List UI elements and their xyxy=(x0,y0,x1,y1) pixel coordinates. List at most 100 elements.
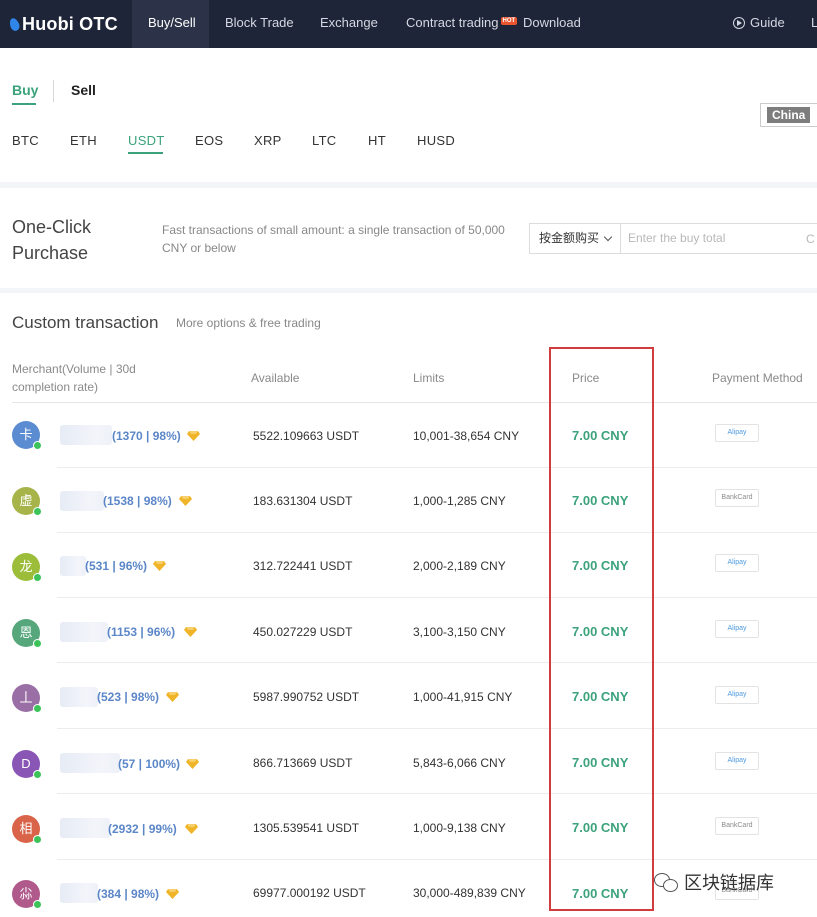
limits-range: 5,843-6,066 CNY xyxy=(413,756,506,770)
coin-tab-ltc[interactable]: LTC xyxy=(312,133,337,148)
avatar[interactable]: 丄 xyxy=(12,684,42,713)
nav-buy-sell[interactable]: Buy/Sell xyxy=(132,0,209,48)
vip-diamond-icon xyxy=(187,431,200,441)
nav-exchange[interactable]: Exchange xyxy=(320,0,378,48)
avatar[interactable]: 卡 xyxy=(12,421,42,450)
vip-diamond-icon xyxy=(153,561,166,571)
avatar[interactable]: 尛 xyxy=(12,880,42,909)
tab-buy[interactable]: Buy xyxy=(12,82,38,98)
price-column-highlight xyxy=(549,347,654,911)
avatar-initial: 丄 xyxy=(19,690,33,705)
purchase-mode-select[interactable]: 按金额购买 xyxy=(529,223,621,254)
table-row[interactable]: 虚 (1538 | 98%) 183.631304 USDT 1,000-1,2… xyxy=(0,468,817,533)
avatar-initial: 卡 xyxy=(19,427,33,442)
brand-name: Huobi OTC xyxy=(22,13,118,34)
table-row[interactable]: D (57 | 100%) 866.713669 USDT 5,843-6,06… xyxy=(0,729,817,794)
avatar[interactable]: D xyxy=(12,750,42,779)
coin-tab-usdt[interactable]: USDT xyxy=(128,133,165,148)
table-row[interactable]: 龙 (531 | 96%) 312.722441 USDT 2,000-2,18… xyxy=(0,533,817,598)
nav-download[interactable]: Download xyxy=(523,0,581,48)
huobi-drop-icon xyxy=(8,16,21,32)
table-row[interactable]: 相 (2932 | 99%) 1305.539541 USDT 1,000-9,… xyxy=(0,795,817,860)
play-circle-icon xyxy=(733,17,745,29)
chevron-down-icon xyxy=(603,232,613,242)
table-row[interactable]: 卡 (1370 | 98%) 5522.109663 USDT 10,001-3… xyxy=(0,403,817,468)
coin-tab-husd[interactable]: HUSD xyxy=(417,133,455,148)
avatar-initial: 恩 xyxy=(19,625,33,640)
avatar-initial: 龙 xyxy=(19,559,33,574)
payment-method-badge: BankCard xyxy=(715,489,759,507)
nav-contract-trading[interactable]: Contract trading HOT xyxy=(406,0,518,48)
vip-diamond-icon xyxy=(185,824,198,834)
limits-range: 10,001-38,654 CNY xyxy=(413,429,520,443)
nav-guide[interactable]: Guide xyxy=(733,0,785,48)
nav-contract-label: Contract trading xyxy=(406,15,499,30)
tab-sell[interactable]: Sell xyxy=(71,82,96,98)
merchant-stats[interactable]: (384 | 98%) xyxy=(97,887,159,901)
watermark-text: 区块链据库 xyxy=(684,873,774,893)
online-dot xyxy=(33,507,42,516)
payment-method-badge: BankCard xyxy=(715,817,759,835)
vip-diamond-icon xyxy=(179,496,192,506)
nav-login-truncated[interactable]: L xyxy=(811,0,817,48)
merchant-stats[interactable]: (2932 | 99%) xyxy=(108,822,177,836)
merchant-stats[interactable]: (523 | 98%) xyxy=(97,690,159,704)
vip-diamond-icon xyxy=(186,759,199,769)
coin-tab-underline xyxy=(128,152,163,154)
available-amount: 5987.990752 USDT xyxy=(253,690,360,704)
payment-method-badge: Alipay xyxy=(715,620,759,638)
merchant-stats[interactable]: (1370 | 98%) xyxy=(112,429,181,443)
avatar[interactable]: 相 xyxy=(12,815,42,844)
vip-diamond-icon xyxy=(184,627,197,637)
buy-total-suffix: C xyxy=(806,232,815,246)
online-dot xyxy=(33,441,42,450)
merchant-stats[interactable]: (1538 | 98%) xyxy=(103,494,172,508)
limits-range: 3,100-3,150 CNY xyxy=(413,625,506,639)
available-amount: 866.713669 USDT xyxy=(253,756,353,770)
header-available: Available xyxy=(251,371,300,385)
coin-tab-eos[interactable]: EOS xyxy=(195,133,223,148)
coin-tab-eth[interactable]: ETH xyxy=(70,133,97,148)
huobi-logo[interactable]: Huobi OTC xyxy=(8,12,118,36)
one-click-description: Fast transactions of small amount: a sin… xyxy=(162,223,505,255)
limits-range: 1,000-1,285 CNY xyxy=(413,494,506,508)
avatar[interactable]: 龙 xyxy=(12,553,42,582)
online-dot xyxy=(33,770,42,779)
buy-total-input[interactable]: Enter the buy total xyxy=(620,223,817,254)
available-amount: 183.631304 USDT xyxy=(253,494,353,508)
purchase-mode-value: 按金额购买 xyxy=(539,231,600,245)
table-row[interactable]: 恩 (1153 | 96%) 450.027229 USDT 3,100-3,1… xyxy=(0,598,817,663)
merchant-stats[interactable]: (57 | 100%) xyxy=(118,757,180,771)
header-limits: Limits xyxy=(413,371,445,385)
row-divider xyxy=(57,662,817,663)
avatar-initial: 相 xyxy=(19,821,33,836)
row-divider xyxy=(57,793,817,794)
coin-tab-xrp[interactable]: XRP xyxy=(254,133,282,148)
coin-tab-ht[interactable]: HT xyxy=(368,133,386,148)
available-amount: 450.027229 USDT xyxy=(253,625,353,639)
custom-transaction-subtitle: More options & free trading xyxy=(176,316,321,330)
payment-method-badge: Alipay xyxy=(715,554,759,572)
country-selector[interactable]: China xyxy=(760,103,817,127)
merchant-name-redacted xyxy=(60,753,120,773)
merchant-name-redacted xyxy=(60,818,110,838)
avatar[interactable]: 恩 xyxy=(12,619,42,648)
limits-range: 2,000-2,189 CNY xyxy=(413,559,506,573)
limits-range: 1,000-41,915 CNY xyxy=(413,690,513,704)
avatar[interactable]: 虚 xyxy=(12,487,42,516)
merchant-stats[interactable]: (531 | 96%) xyxy=(85,559,147,573)
header-merchant: Merchant(Volume | 30d completion rate) xyxy=(12,362,136,394)
vip-diamond-icon xyxy=(166,889,179,899)
vip-diamond-icon xyxy=(166,692,179,702)
section-divider xyxy=(0,182,817,188)
nav-block-trade[interactable]: Block Trade xyxy=(225,0,294,48)
available-amount: 1305.539541 USDT xyxy=(253,821,360,835)
guide-label: Guide xyxy=(750,15,785,30)
tab-separator xyxy=(53,80,54,102)
merchant-name-redacted xyxy=(60,622,108,642)
available-amount: 5522.109663 USDT xyxy=(253,429,360,443)
limits-range: 30,000-489,839 CNY xyxy=(413,886,526,900)
table-row[interactable]: 丄 (523 | 98%) 5987.990752 USDT 1,000-41,… xyxy=(0,664,817,729)
coin-tab-btc[interactable]: BTC xyxy=(12,133,39,148)
merchant-stats[interactable]: (1153 | 96%) xyxy=(107,625,175,639)
